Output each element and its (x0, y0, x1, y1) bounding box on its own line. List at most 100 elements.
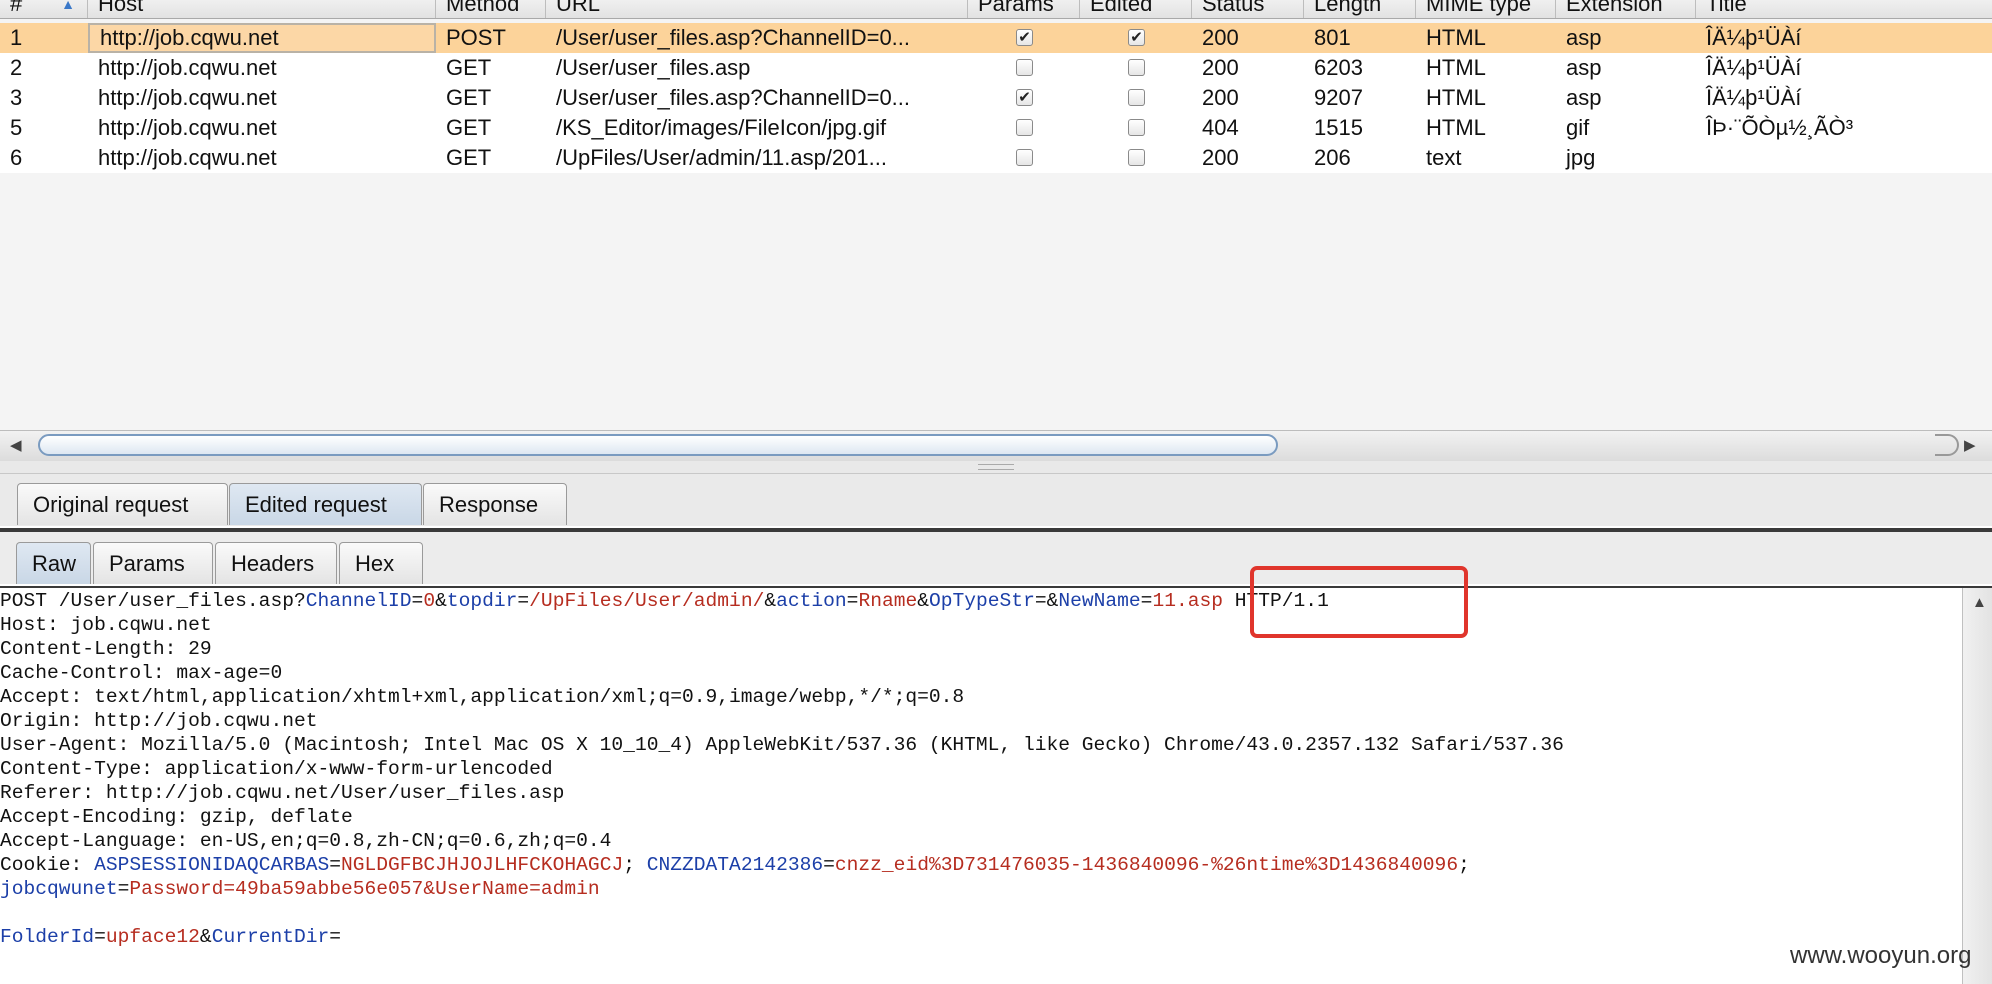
header-line: User-Agent: Mozilla/5.0 (Macintosh; Inte… (0, 734, 1564, 756)
raw-request-editor[interactable]: POST /User/user_files.asp?ChannelID=0&to… (0, 588, 1962, 984)
tab-response[interactable]: Response (423, 483, 567, 525)
table-row[interactable]: 3 http://job.cqwu.net GET /User/user_fil… (0, 83, 1992, 113)
row-status: 200 (1202, 55, 1239, 80)
cookie-separator: ; (623, 854, 647, 876)
tab-headers[interactable]: Headers (215, 542, 337, 584)
ampersand: & (199, 926, 212, 948)
watermark: www.wooyun.org (1790, 942, 1972, 969)
column-header-length[interactable]: Length (1304, 0, 1416, 18)
row-number: 2 (10, 55, 23, 80)
column-header-url[interactable]: URL (546, 0, 968, 18)
equals-sign: = (411, 590, 424, 612)
scroll-left-icon[interactable]: ◀ (10, 431, 22, 461)
header-line: Accept-Language: en-US,en;q=0.8,zh-CN;q=… (0, 830, 612, 852)
equals-sign: = (94, 926, 106, 948)
row-mime-type: HTML (1426, 85, 1486, 110)
param-name: action (776, 590, 847, 612)
edited-checkbox[interactable]: ✔ (1128, 29, 1145, 46)
row-number: 1 (10, 25, 23, 50)
row-status: 200 (1202, 25, 1239, 50)
edited-checkbox[interactable] (1128, 89, 1145, 106)
ampersand: & (435, 590, 447, 612)
params-checkbox[interactable] (1016, 59, 1033, 76)
equals-sign: = (1140, 590, 1153, 612)
tab-edited-request[interactable]: Edited request (229, 483, 422, 525)
column-header-mime-type[interactable]: MIME type (1416, 0, 1556, 18)
table-row[interactable]: 5 http://job.cqwu.net GET /KS_Editor/ima… (0, 113, 1992, 143)
row-host: http://job.cqwu.net (88, 23, 436, 53)
column-header-status[interactable]: Status (1192, 0, 1304, 18)
cookie-line: Cookie: ASPSESSIONIDAQCARBAS=NGLDGFBCJHJ… (0, 853, 1470, 877)
row-extension: asp (1566, 25, 1602, 50)
row-length: 6203 (1314, 55, 1363, 80)
row-host: http://job.cqwu.net (98, 115, 277, 140)
equals-sign: = (1034, 590, 1047, 612)
body-line: FolderId=upface12&CurrentDir= (0, 925, 341, 949)
column-header-edited[interactable]: Edited (1080, 0, 1192, 18)
row-url: /User/user_files.asp?ChannelID=0... (556, 25, 911, 50)
edited-checkbox[interactable] (1128, 59, 1145, 76)
column-header-host[interactable]: Host (88, 0, 436, 18)
view-tabs: Raw Params Headers Hex (0, 532, 1992, 586)
row-mime-type: text (1426, 145, 1462, 170)
row-url: /UpFiles/User/admin/11.asp/201... (556, 145, 887, 170)
tab-raw[interactable]: Raw (16, 542, 91, 584)
edited-checkbox[interactable] (1128, 119, 1145, 136)
row-title: ÎÄ¼þ¹ÜÀí (1706, 25, 1802, 50)
row-title: ÎÞ·¨ÕÒµ½¸ÃÒ³ (1706, 115, 1854, 140)
cookie-value: Password=49ba59abbe56e057&UserName=admin (129, 878, 600, 900)
column-header-title[interactable]: Title (1696, 0, 1992, 18)
edited-checkbox[interactable] (1128, 149, 1145, 166)
tab-hex[interactable]: Hex (339, 542, 423, 584)
cookie-value: NGLDGFBCJHJOJLHFCKOHAGCJ (341, 854, 624, 876)
table-row[interactable]: 6 http://job.cqwu.net GET /UpFiles/User/… (0, 143, 1992, 173)
scrollbar-thumb[interactable] (38, 434, 1278, 456)
ampersand: & (1046, 590, 1059, 612)
table-row[interactable]: 2 http://job.cqwu.net GET /User/user_fil… (0, 53, 1992, 83)
params-checkbox[interactable]: ✔ (1016, 89, 1033, 106)
row-host: http://job.cqwu.net (98, 145, 277, 170)
params-checkbox[interactable]: ✔ (1016, 29, 1033, 46)
param-name: NewName (1058, 590, 1141, 612)
cookie-name: ASPSESSIONIDAQCARBAS (94, 854, 330, 876)
cookie-value: cnzz_eid%3D731476035-1436840096-%26ntime… (834, 854, 1459, 876)
pane-splitter[interactable] (0, 461, 1992, 474)
row-method: GET (446, 85, 492, 110)
params-checkbox[interactable] (1016, 119, 1033, 136)
header-line: Accept-Encoding: gzip, deflate (0, 806, 353, 828)
column-header-params[interactable]: Params (968, 0, 1080, 18)
row-status: 200 (1202, 145, 1239, 170)
param-value: 0 (423, 590, 436, 612)
column-header-number[interactable]: # ▲ (0, 0, 88, 18)
row-title: ÎÄ¼þ¹ÜÀí (1706, 55, 1802, 80)
equals-sign: = (329, 854, 342, 876)
column-header-method[interactable]: Method (436, 0, 546, 18)
row-method: GET (446, 55, 492, 80)
header-line: Content-Type: application/x-www-form-url… (0, 758, 553, 780)
splitter-grip-icon (978, 464, 1014, 470)
row-method: POST (446, 25, 506, 50)
column-label: # (10, 0, 23, 16)
row-url: /User/user_files.asp (556, 55, 751, 80)
row-host: http://job.cqwu.net (98, 55, 277, 80)
sort-ascending-icon: ▲ (61, 0, 75, 12)
table-header: # ▲ Host Method URL Params Edited Status … (0, 0, 1992, 19)
scroll-right-icon[interactable]: ▶ (1964, 431, 1976, 461)
row-length: 801 (1314, 25, 1351, 50)
params-checkbox[interactable] (1016, 149, 1033, 166)
row-number: 3 (10, 85, 23, 110)
param-name: FolderId (0, 926, 95, 948)
scrollbar-track-end (1935, 434, 1959, 456)
scroll-up-icon[interactable]: ▲ (1972, 594, 1987, 611)
tab-params[interactable]: Params (93, 542, 213, 584)
horizontal-scrollbar[interactable]: ◀ ▶ (0, 430, 1992, 461)
ampersand: & (764, 590, 777, 612)
table-row[interactable]: 1 http://job.cqwu.net POST /User/user_fi… (0, 23, 1992, 53)
row-length: 1515 (1314, 115, 1363, 140)
equals-sign: = (823, 854, 835, 876)
cookie-line: jobcqwunet=Password=49ba59abbe56e057&Use… (0, 877, 600, 901)
row-length: 206 (1314, 145, 1351, 170)
tab-original-request[interactable]: Original request (17, 483, 228, 525)
vertical-scrollbar[interactable]: ▲ (1962, 588, 1992, 984)
column-header-extension[interactable]: Extension (1556, 0, 1696, 18)
